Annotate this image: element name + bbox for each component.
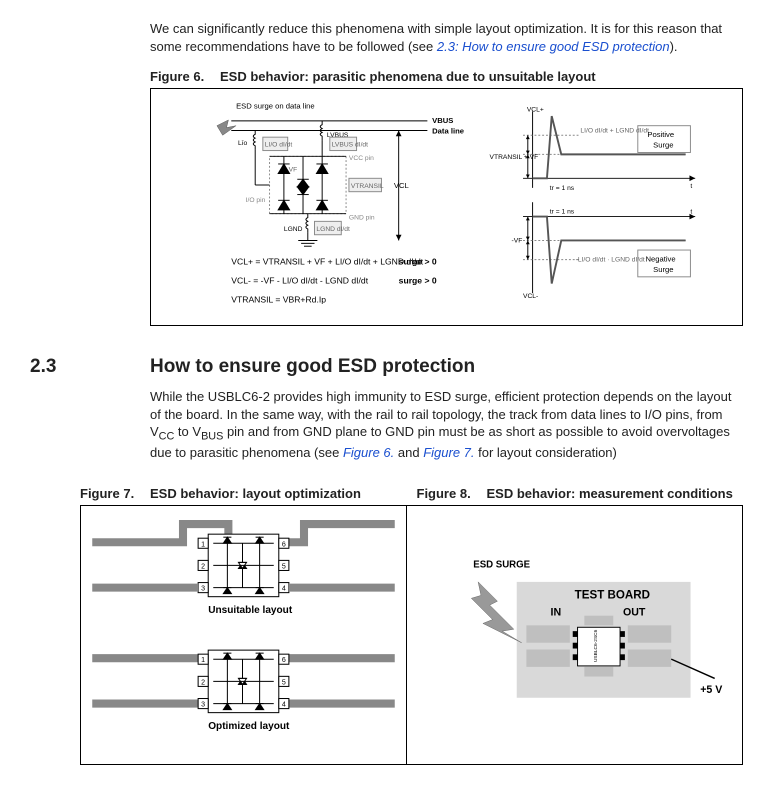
- figure7-link[interactable]: Figure 7.: [423, 445, 474, 460]
- svg-text:Surge: Surge: [653, 265, 673, 274]
- figure6-title: ESD behavior: parasitic phenomena due to…: [220, 69, 596, 84]
- svg-text:ESD SURGE: ESD SURGE: [473, 559, 530, 570]
- intro-link[interactable]: 2.3: How to ensure good ESD protection: [437, 39, 670, 54]
- svg-text:t: t: [690, 209, 692, 216]
- figure7-diagram: 1 6 2 5 3 4: [89, 514, 398, 756]
- figure7-panel: 1 6 2 5 3 4: [81, 506, 407, 764]
- svg-text:VCL+ = VTRANSIL + VF + LI/O dI: VCL+ = VTRANSIL + VF + LI/O dI/dt + LGND…: [231, 256, 424, 266]
- svg-text:Unsuitable layout: Unsuitable layout: [208, 605, 293, 616]
- figure6-diagram: ESD surge on data line VBUS Data line Lī…: [159, 97, 734, 317]
- svg-text:-VF: -VF: [512, 237, 523, 244]
- svg-text:VTRANSIL: VTRANSIL: [351, 183, 384, 190]
- svg-text:6: 6: [282, 657, 286, 664]
- section-title: How to ensure good ESD protection: [150, 356, 475, 377]
- svg-text:5: 5: [282, 679, 286, 686]
- intro-paragraph: We can significantly reduce this phenome…: [150, 20, 743, 55]
- section-number: 2.3: [30, 356, 150, 378]
- svg-text:surge > 0: surge > 0: [399, 276, 437, 286]
- lightning-icon: [471, 582, 521, 643]
- svg-text:VCL+: VCL+: [527, 106, 544, 113]
- svg-text:VCL-: VCL-: [523, 293, 538, 300]
- svg-text:VTRANSIL = VBR+Rd.Ip: VTRANSIL = VBR+Rd.Ip: [231, 295, 326, 305]
- svg-text:-LI/O dI/dt · LGND dI/dt: -LI/O dI/dt · LGND dI/dt: [576, 257, 645, 264]
- svg-text:Līo: Līo: [238, 140, 248, 147]
- figure7-8-box: 1 6 2 5 3 4: [80, 505, 743, 765]
- svg-text:1: 1: [201, 541, 205, 548]
- figure6-caption: Figure 6.ESD behavior: parasitic phenome…: [150, 69, 743, 84]
- svg-text:VF: VF: [289, 167, 298, 174]
- svg-text:+5 V: +5 V: [700, 684, 722, 696]
- figure6-box: ESD surge on data line VBUS Data line Lī…: [150, 88, 743, 326]
- section-2-3-paragraph: While the USBLC6-2 provides high immunit…: [150, 388, 743, 462]
- svg-text:VCL: VCL: [394, 181, 409, 190]
- svg-text:LGND dI/dt: LGND dI/dt: [316, 226, 350, 233]
- intro-text-b: ).: [670, 39, 678, 54]
- svg-text:VBUS: VBUS: [432, 116, 453, 125]
- svg-text:6: 6: [282, 541, 286, 548]
- svg-text:LVBUS dI/dt: LVBUS dI/dt: [332, 142, 368, 149]
- svg-text:LI/O dI/dt: LI/O dI/dt: [265, 142, 293, 149]
- svg-text:t: t: [690, 183, 692, 190]
- svg-text:Surge: Surge: [653, 141, 673, 150]
- positive-surge-label: Positive: [647, 130, 674, 139]
- svg-text:1: 1: [201, 657, 205, 664]
- svg-text:VCL- = -VF - LI/O dI/dt - LGND: VCL- = -VF - LI/O dI/dt - LGND dI/dt: [231, 276, 368, 286]
- figure8-panel: ESD SURGE TEST BOARD IN OUT USBLC6-2SC6: [417, 506, 742, 764]
- svg-text:Data line: Data line: [432, 126, 464, 135]
- svg-text:5: 5: [282, 563, 286, 570]
- svg-text:VCC pin: VCC pin: [349, 155, 374, 162]
- svg-text:tr = 1 ns: tr = 1 ns: [550, 185, 575, 192]
- surge-arrow-icon: [217, 120, 236, 135]
- figure8-caption: Figure 8.ESD behavior: measurement condi…: [417, 486, 744, 501]
- svg-text:LI/O dI/dt + LGND dI/dt: LI/O dI/dt + LGND dI/dt: [580, 127, 649, 134]
- figure6-link[interactable]: Figure 6.: [343, 445, 394, 460]
- figure8-diagram: ESD SURGE TEST BOARD IN OUT USBLC6-2SC6: [425, 514, 734, 756]
- svg-text:3: 3: [201, 702, 205, 709]
- svg-text:LGND: LGND: [284, 226, 303, 233]
- svg-text:4: 4: [282, 586, 286, 593]
- svg-text:4: 4: [282, 702, 286, 709]
- svg-text:IN: IN: [551, 607, 562, 619]
- svg-text:Optimized layout: Optimized layout: [208, 721, 290, 732]
- svg-text:I/O pin: I/O pin: [246, 197, 266, 204]
- esd-surge-label: ESD surge on data line: [236, 102, 315, 111]
- svg-text:tr = 1 ns: tr = 1 ns: [550, 209, 575, 216]
- negative-surge-label: Negative: [645, 255, 675, 264]
- svg-text:3: 3: [201, 586, 205, 593]
- svg-text:OUT: OUT: [623, 607, 646, 619]
- section-2-3-heading: 2.3How to ensure good ESD protection: [30, 356, 743, 378]
- svg-text:GND pin: GND pin: [349, 215, 375, 222]
- svg-text:2: 2: [201, 563, 205, 570]
- figure7-caption: Figure 7.ESD behavior: layout optimizati…: [80, 486, 407, 501]
- svg-text:surge > 0: surge > 0: [399, 256, 437, 266]
- svg-text:TEST BOARD: TEST BOARD: [575, 589, 650, 601]
- svg-text:VTRANSIL + VF: VTRANSIL + VF: [490, 154, 539, 161]
- svg-text:USBLC6-2SC6: USBLC6-2SC6: [593, 629, 599, 662]
- figure6-number: Figure 6.: [150, 69, 220, 84]
- svg-text:2: 2: [201, 679, 205, 686]
